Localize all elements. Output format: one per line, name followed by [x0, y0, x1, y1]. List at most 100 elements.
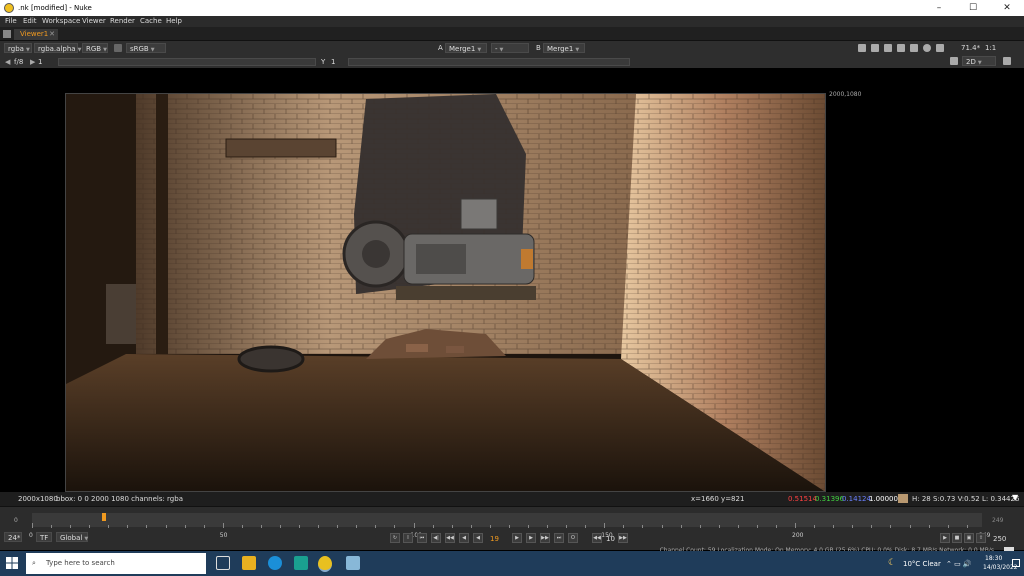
- compare-mode-dropdown[interactable]: - ▼: [491, 43, 529, 53]
- input-a-label: A: [438, 44, 443, 52]
- info-expand-icon[interactable]: ▼: [1012, 493, 1018, 502]
- proxy-icon[interactable]: [897, 44, 905, 52]
- increment-back-icon[interactable]: ◀◀: [592, 533, 602, 543]
- timeline-tick: [146, 525, 148, 528]
- channels-dropdown[interactable]: rgba ▼: [4, 43, 32, 53]
- view-mode-dropdown[interactable]: 2D ▼: [962, 56, 996, 66]
- viewer-settings-icon[interactable]: [1003, 57, 1011, 65]
- input-b-dropdown[interactable]: Merge1 ▼: [543, 43, 585, 53]
- timeline-track[interactable]: 050100150200249: [29, 513, 990, 539]
- in-frame[interactable]: 0: [14, 517, 18, 524]
- export-icon[interactable]: ⇧: [976, 533, 986, 543]
- clock-time[interactable]: 18:30: [985, 555, 1002, 562]
- viewer-toolbar: rgba ▼ rgba.alpha ▼ RGB ▼ sRGB ▼ A Merge1 ▼ -…: [0, 41, 1024, 56]
- menu-workspace[interactable]: Workspace: [42, 17, 80, 25]
- pause-icon[interactable]: [936, 44, 944, 52]
- increment-forward-icon[interactable]: ▶▶: [618, 533, 628, 543]
- step-back-icon[interactable]: ◀: [473, 533, 483, 543]
- nuke-taskbar-icon[interactable]: [318, 556, 332, 572]
- timeline-tick: [547, 525, 549, 528]
- menu-render[interactable]: Render: [110, 17, 135, 25]
- minimize-button[interactable]: –: [922, 0, 956, 16]
- prev-increment-icon[interactable]: ◀◀: [445, 533, 455, 543]
- next-increment-icon[interactable]: ▶▶: [540, 533, 550, 543]
- lock-icon[interactable]: ▣: [964, 533, 974, 543]
- increment-value[interactable]: 10: [606, 535, 615, 543]
- crop-icon[interactable]: [950, 57, 958, 65]
- gain-value[interactable]: 1: [38, 58, 42, 66]
- alpha-value: rgba.alpha: [38, 45, 76, 53]
- maximize-button[interactable]: ☐: [956, 0, 990, 16]
- last-frame-icon[interactable]: ⏭: [554, 533, 564, 543]
- flipbook-icon[interactable]: ▶: [940, 533, 950, 543]
- timeline-tick: [909, 525, 911, 528]
- out-frame[interactable]: 249: [992, 517, 1003, 524]
- colorspace-dropdown[interactable]: sRGB ▼: [126, 43, 166, 53]
- input-a-dropdown[interactable]: Merge1 ▼: [445, 43, 487, 53]
- gamma-slider[interactable]: [348, 58, 630, 66]
- timeline-tick: [604, 523, 606, 528]
- timeline-playhead[interactable]: [102, 513, 107, 521]
- gain-arrow-icon[interactable]: ▶: [30, 58, 35, 66]
- task-view-icon[interactable]: [216, 556, 230, 570]
- tray-icons[interactable]: ⌃ ▭ 🔊: [946, 560, 972, 568]
- timeline-tick: [89, 525, 91, 528]
- refresh-icon[interactable]: [923, 44, 931, 52]
- tab-close-icon[interactable]: ✕: [49, 29, 55, 40]
- close-button[interactable]: ✕: [990, 0, 1024, 16]
- step-forward-icon[interactable]: ▶: [526, 533, 536, 543]
- tf-dropdown[interactable]: TF: [36, 532, 52, 542]
- timeline-tick: [241, 525, 243, 528]
- menu-viewer[interactable]: Viewer: [82, 17, 106, 25]
- loop-icon[interactable]: ↻: [390, 533, 400, 543]
- timeline-tick: [508, 525, 510, 528]
- first-frame-icon[interactable]: ⏮: [417, 533, 427, 543]
- taskbar-search-input[interactable]: ⌕ Type here to search: [26, 553, 206, 574]
- app-extra-icon[interactable]: [346, 556, 360, 570]
- timeline-tick: [928, 525, 930, 528]
- file-explorer-icon[interactable]: [242, 556, 256, 570]
- viewer-info-bar: 2000x1080 bbox: 0 0 2000 1080 channels: …: [0, 492, 1024, 506]
- timeline-tick: [680, 525, 682, 528]
- prev-keyframe-icon[interactable]: ◀|: [431, 533, 441, 543]
- zoom-value[interactable]: 71.4*: [961, 44, 980, 52]
- windows-taskbar: ⌕ Type here to search ☾ 10°C Clear ⌃ ▭ 🔊…: [0, 551, 1024, 576]
- edge-browser-icon[interactable]: [268, 556, 282, 570]
- clip-warning-icon[interactable]: [871, 44, 879, 52]
- fps-dropdown[interactable]: 24*: [4, 532, 22, 542]
- current-frame[interactable]: 19: [490, 535, 499, 543]
- gamma-value[interactable]: 1: [331, 58, 335, 66]
- range-dropdown[interactable]: Global ▼: [56, 532, 88, 542]
- display-channel-dropdown[interactable]: RGB ▼: [82, 43, 108, 53]
- proxy-ratio[interactable]: 1:1: [985, 44, 996, 52]
- timeline-tick: [356, 525, 358, 528]
- timeline-tick: [642, 525, 644, 528]
- end-frame[interactable]: 250: [993, 535, 1006, 543]
- notification-icon[interactable]: [1012, 559, 1020, 567]
- menu-cache[interactable]: Cache: [140, 17, 162, 25]
- timeline-tick-label: 50: [219, 532, 228, 539]
- timeline-tick: [699, 525, 701, 528]
- overlay-icon[interactable]: [884, 44, 892, 52]
- play-forward-icon[interactable]: ▶: [512, 533, 522, 543]
- windows-start-icon[interactable]: [6, 557, 18, 569]
- cursor-coords: x=1660 y=821: [691, 495, 745, 503]
- out-point-icon[interactable]: O: [568, 533, 578, 543]
- alpha-channel-dropdown[interactable]: rgba.alpha ▼: [34, 43, 81, 53]
- lut-icon[interactable]: [910, 44, 918, 52]
- menu-help[interactable]: Help: [166, 17, 182, 25]
- tab-viewer1[interactable]: Viewer1 ✕: [14, 29, 58, 40]
- play-backward-icon[interactable]: ◀: [459, 533, 469, 543]
- fstop-value[interactable]: f/8: [14, 58, 23, 66]
- menu-edit[interactable]: Edit: [23, 17, 37, 25]
- viewer-viewport[interactable]: 2000,1080: [0, 68, 1024, 492]
- roi-icon[interactable]: [858, 44, 866, 52]
- app-m-icon[interactable]: [294, 556, 308, 570]
- fstop-arrow-icon[interactable]: ◀: [5, 58, 10, 66]
- gain-slider[interactable]: [58, 58, 316, 66]
- pane-menu-icon[interactable]: [3, 30, 11, 38]
- weather-text[interactable]: 10°C Clear: [903, 560, 941, 568]
- render-icon[interactable]: ■: [952, 533, 962, 543]
- in-point-icon[interactable]: I: [403, 533, 413, 543]
- menu-file[interactable]: File: [5, 17, 17, 25]
